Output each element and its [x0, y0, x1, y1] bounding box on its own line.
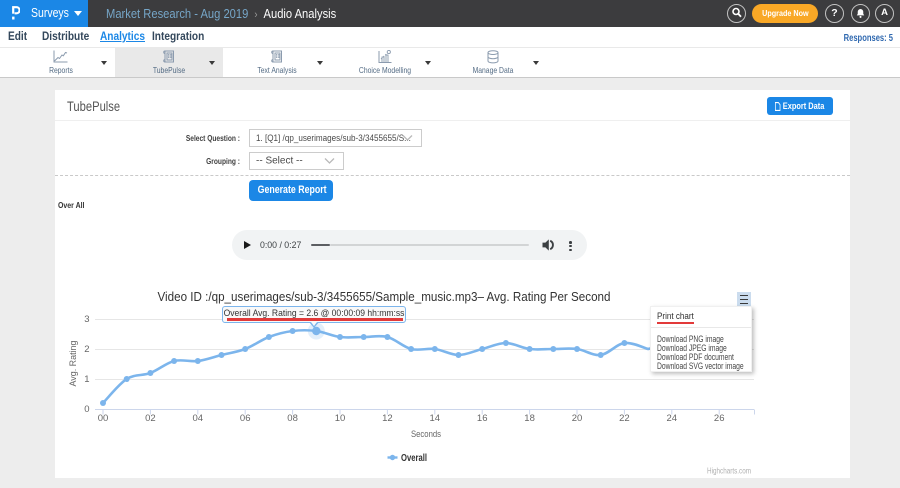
svg-text:0: 0	[84, 404, 89, 415]
svg-text:00: 00	[98, 413, 109, 424]
svg-text:14: 14	[430, 413, 441, 424]
svg-text:04: 04	[193, 413, 204, 424]
svg-text:02: 02	[145, 413, 156, 424]
svg-text:10: 10	[335, 413, 346, 424]
svg-text:3: 3	[84, 314, 89, 325]
svg-text:06: 06	[240, 413, 251, 424]
svg-text:20: 20	[572, 413, 583, 424]
svg-text:Avg. Rating: Avg. Rating	[68, 341, 79, 387]
svg-text:18: 18	[524, 413, 535, 424]
svg-text:Highcharts.com: Highcharts.com	[707, 467, 751, 476]
svg-text:Overall: Overall	[401, 453, 427, 464]
svg-text:22: 22	[619, 413, 630, 424]
svg-text:08: 08	[287, 413, 298, 424]
svg-text:16: 16	[477, 413, 488, 424]
svg-text:24: 24	[667, 413, 678, 424]
svg-text:12: 12	[382, 413, 393, 424]
svg-text:2: 2	[84, 344, 89, 355]
svg-text:Seconds: Seconds	[411, 429, 441, 440]
svg-text:1: 1	[84, 374, 89, 385]
svg-text:26: 26	[714, 413, 725, 424]
svg-text:Video ID :/qp_userimages/sub-3: Video ID :/qp_userimages/sub-3/3455655/S…	[158, 290, 611, 304]
